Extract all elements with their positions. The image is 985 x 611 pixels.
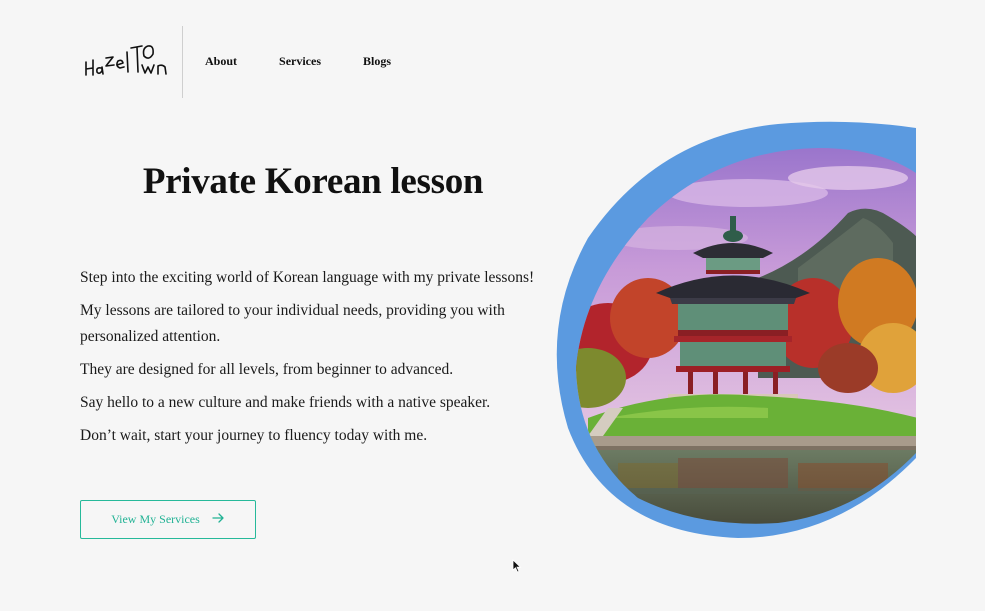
hero-paragraph: Say hello to a new culture and make frie…	[80, 394, 491, 411]
mouse-cursor-icon	[512, 559, 522, 573]
view-services-label: View My Services	[111, 512, 200, 526]
site-logo[interactable]: HazelTown	[82, 38, 174, 86]
arrow-right-icon	[212, 512, 225, 527]
hero-image	[548, 118, 918, 543]
nav-services[interactable]: Services	[279, 54, 321, 69]
hero-description: Step into the exciting world of Korean l…	[80, 265, 560, 456]
hero-paragraph: They are designed for all levels, from b…	[80, 361, 454, 378]
page-title: Private Korean lesson	[142, 161, 484, 202]
hero-paragraph: My lessons are tailored to your individu…	[80, 302, 505, 345]
nav-blogs[interactable]: Blogs	[363, 54, 391, 69]
logo-text: HazelTown	[82, 86, 83, 87]
pavilion-landscape-image	[556, 121, 916, 538]
main-nav: About Services Blogs	[205, 54, 433, 69]
nav-about[interactable]: About	[205, 54, 237, 69]
view-services-button[interactable]: View My Services	[80, 500, 256, 539]
logo-mark	[85, 45, 167, 76]
hero-paragraph: Don’t wait, start your journey to fluenc…	[80, 427, 428, 444]
header-divider	[182, 26, 183, 98]
hero-paragraph: Step into the exciting world of Korean l…	[80, 269, 535, 286]
